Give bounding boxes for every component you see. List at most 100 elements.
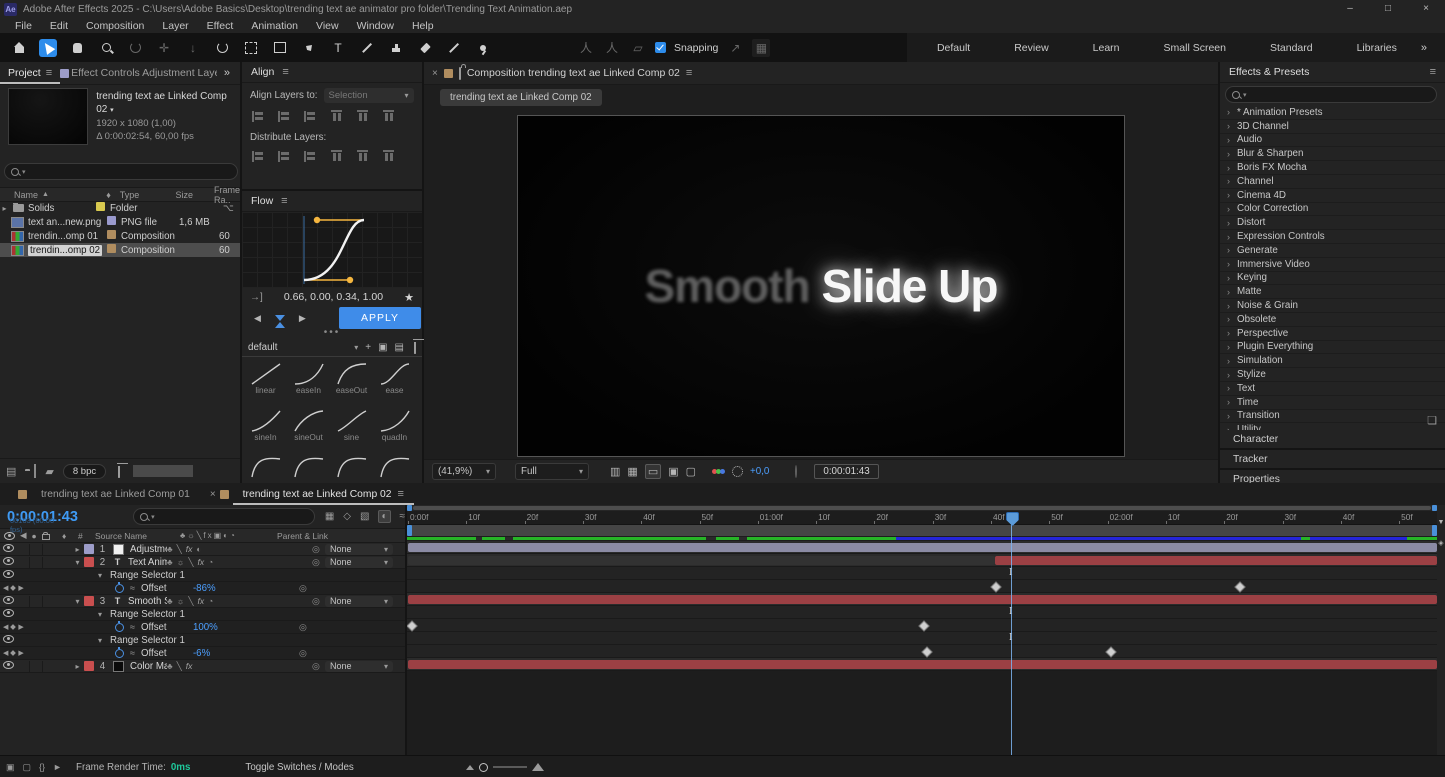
preset-group-dropdown[interactable]: default▾ — [248, 342, 358, 353]
collapse-switch-icon[interactable]: ♣ — [167, 661, 173, 671]
expand-arrow-icon[interactable]: ▸ — [0, 204, 9, 213]
distribute-top-icon[interactable] — [252, 151, 265, 162]
workspace-item[interactable]: Default — [915, 42, 992, 54]
sun-switch-icon[interactable]: ☼ — [177, 596, 185, 606]
selector-visibility-toggle[interactable] — [0, 570, 17, 581]
collapsed-panel-header[interactable]: Tracker — [1220, 450, 1445, 468]
flow-input-icon[interactable]: →] — [250, 292, 263, 303]
chevron-right-icon[interactable]: › — [1227, 190, 1230, 200]
parent-link-column-header[interactable]: Parent & Link — [277, 531, 405, 541]
viewer-title[interactable]: Composition trending text ae Linked Comp… — [467, 67, 680, 79]
snap-grid-icon[interactable]: ▦ — [752, 39, 770, 57]
chevron-right-icon[interactable]: › — [1227, 218, 1230, 228]
menu-item[interactable]: Composition — [77, 20, 153, 32]
offset-property-row[interactable]: ◀▶≈Offset-86%◎ — [0, 582, 405, 595]
effects-category-row[interactable]: ›Immersive Video — [1220, 258, 1445, 272]
view-axis-mode-icon[interactable]: ▱ — [629, 39, 647, 57]
timeline-zoom-slider[interactable] — [466, 763, 544, 772]
track-row[interactable] — [407, 541, 1437, 554]
puppet-pin-tool[interactable] — [474, 39, 492, 57]
track-row[interactable] — [407, 658, 1437, 671]
motion-blur-icon[interactable]: ◐ — [378, 510, 390, 523]
collapse-arrow-icon[interactable]: ▾ — [98, 636, 110, 645]
layer-switches[interactable]: ♣☼╲fx◔ — [167, 596, 262, 607]
chevron-right-icon[interactable]: › — [1227, 149, 1230, 159]
brush-tool[interactable] — [358, 39, 376, 57]
layer-switches[interactable]: ♣☼╲fx◔ — [167, 557, 262, 568]
selector-visibility-toggle[interactable] — [0, 609, 17, 620]
hand-tool[interactable] — [68, 39, 86, 57]
chevron-right-icon[interactable]: › — [1227, 301, 1230, 311]
drag-handle-dots[interactable]: ••• — [242, 330, 422, 338]
layer-name[interactable]: Adjustment Layer 3 — [126, 544, 167, 555]
keyframe-diamond[interactable] — [1105, 646, 1116, 657]
property-name[interactable]: Offset — [141, 583, 193, 594]
effects-search-input[interactable]: ▾ — [1225, 86, 1437, 103]
keyframe-diamond[interactable] — [918, 620, 929, 631]
range-selector-name[interactable]: Range Selector 1 — [110, 635, 185, 646]
orbit-camera-tool[interactable] — [126, 39, 144, 57]
close-tab-icon[interactable]: × — [210, 489, 216, 500]
align-v-center-icon[interactable] — [357, 110, 368, 123]
adjustment-switch-icon[interactable]: ◐ — [196, 544, 201, 554]
effects-category-row[interactable]: ›Boris FX Mocha — [1220, 161, 1445, 175]
camera-tool[interactable] — [242, 39, 260, 57]
effects-category-row[interactable]: ›Generate — [1220, 244, 1445, 258]
workspace-overflow-chevron[interactable]: » — [1419, 42, 1437, 54]
previous-preset-icon[interactable]: ◀ — [254, 313, 261, 324]
quality-switch-icon[interactable]: ╲ — [177, 661, 182, 672]
layer-visibility-toggle[interactable] — [0, 596, 17, 607]
dolly-camera-tool[interactable]: ↓ — [184, 39, 202, 57]
layer-label-color-chip[interactable] — [84, 596, 94, 606]
property-name[interactable]: Offset — [141, 622, 193, 633]
parent-link-dropdown[interactable]: None▾ — [325, 661, 393, 672]
effects-category-row[interactable]: ›Stylize — [1220, 368, 1445, 382]
chevron-right-icon[interactable]: › — [1227, 314, 1230, 324]
flow-curve-editor[interactable] — [242, 212, 422, 288]
effects-category-row[interactable]: ›Obsolete — [1220, 313, 1445, 327]
quality-switch-icon[interactable]: ╲ — [188, 557, 193, 568]
crop-region-icon[interactable]: ▢ — [686, 465, 696, 478]
work-area-bar[interactable] — [407, 525, 1437, 536]
chevron-right-icon[interactable]: › — [1227, 342, 1230, 352]
menu-item[interactable]: File — [6, 20, 41, 32]
composition-canvas[interactable]: Smooth Slide Up — [517, 115, 1125, 457]
timeline-tab-comp-01[interactable]: trending text ae Linked Comp 01 — [31, 483, 200, 505]
keyframe-navigator[interactable]: ◀▶ — [0, 623, 37, 631]
expand-layers-icon[interactable]: ▣ — [6, 762, 15, 773]
exposure-value[interactable]: +0,0 — [750, 466, 769, 477]
chevron-right-icon[interactable]: › — [1227, 273, 1230, 283]
effects-category-row[interactable]: ›Time — [1220, 396, 1445, 410]
chevron-right-icon[interactable]: › — [1227, 370, 1230, 380]
range-selector-row[interactable]: ▾Range Selector 1 — [0, 569, 405, 582]
panel-menu-icon[interactable]: ≡ — [281, 195, 287, 207]
panel-menu-icon[interactable]: ≡ — [1430, 66, 1436, 78]
layer-visibility-toggle[interactable] — [0, 557, 17, 568]
pen-tool[interactable] — [300, 39, 318, 57]
keyframe-diamond-icon[interactable] — [11, 624, 17, 630]
layer-duration-bar[interactable] — [408, 660, 1437, 669]
chevron-right-icon[interactable]: › — [1227, 163, 1230, 173]
track-row[interactable] — [407, 580, 1437, 593]
effects-category-row[interactable]: ›Text — [1220, 382, 1445, 396]
pick-whip-icon[interactable]: ◎ — [299, 583, 312, 594]
track-row[interactable]: I — [407, 606, 1437, 619]
timeline-ruler[interactable]: 0:00f10f20f30f40f50f01:00f10f20f30f40f50… — [407, 511, 1437, 525]
collapse-arrow-icon[interactable]: ▾ — [98, 610, 110, 619]
chevron-right-icon[interactable]: › — [1227, 135, 1230, 145]
panel-menu-icon[interactable]: ≡ — [398, 488, 404, 500]
mask-visibility-icon[interactable]: ▣ — [668, 465, 678, 478]
render-queue-icon[interactable]: ► — [53, 762, 62, 773]
grid-guides-icon[interactable]: ▥ — [610, 465, 620, 478]
effects-category-row[interactable]: ›Channel — [1220, 175, 1445, 189]
flow-preset-sineOut[interactable]: sineOut — [287, 408, 330, 455]
effects-category-row[interactable]: ›Distort — [1220, 216, 1445, 230]
distribute-h-center-icon[interactable] — [357, 150, 368, 163]
flow-preset-partial[interactable] — [244, 455, 287, 483]
collapsed-panel-header[interactable]: Properties — [1220, 470, 1445, 483]
bit-depth-button[interactable]: 8 bpc — [63, 464, 106, 479]
distribute-bottom-icon[interactable] — [304, 151, 317, 162]
layer-duration-bar[interactable] — [408, 595, 1437, 604]
timeline-layer-row[interactable]: ▾3TSmooth Slide Up♣☼╲fx◔◎None▾ — [0, 595, 405, 608]
expand-arrow-icon[interactable]: ▸ — [71, 662, 84, 671]
